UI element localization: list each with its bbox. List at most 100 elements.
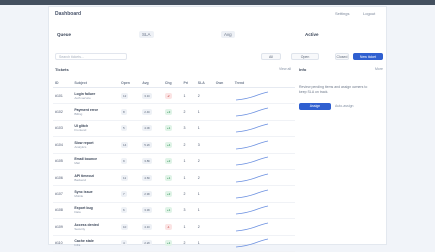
value-pill: 10 — [121, 223, 129, 230]
trend-sparkline — [235, 173, 268, 183]
cell-id: #106 — [53, 169, 73, 187]
cell-sla: 1 — [195, 185, 214, 203]
col-own[interactable]: Own — [213, 79, 233, 88]
cell-trend — [232, 136, 295, 154]
cell-open: 10 — [119, 218, 141, 236]
col-sla[interactable]: SLA — [195, 79, 214, 88]
value-pill: 3.3h — [142, 207, 153, 214]
cell-own — [213, 235, 233, 252]
table-row[interactable]: #107 Sync issue Mobile 7 2.9h +2 2 1 — [53, 185, 295, 203]
page-title: Dashboard — [55, 11, 82, 17]
sparkline-path — [235, 238, 268, 248]
subject-sub: Mobile — [74, 194, 84, 199]
cell-own — [213, 103, 233, 121]
value-pill: -2 — [164, 92, 172, 99]
settings-link[interactable]: Settings — [335, 11, 349, 16]
table-row[interactable]: #106 API timeout Backend 11 4.6h +1 1 2 — [53, 169, 295, 187]
cell-id: #103 — [53, 120, 73, 138]
table-row[interactable]: #104 Slow report Analytics 14 5.2h +4 2 3 — [53, 136, 295, 154]
cell-trend — [232, 185, 295, 203]
sparkline-path — [235, 124, 268, 133]
value-pill: 5.2h — [142, 141, 153, 148]
table-row[interactable]: #109 Access denied Security 10 4.1h -1 1 2 — [53, 218, 295, 236]
cell-chg: +1 — [162, 169, 182, 187]
cell-trend — [232, 169, 295, 187]
value-pill: 2.4h — [142, 109, 153, 116]
value-pill: 4.1h — [142, 223, 153, 230]
new-ticket-button[interactable]: New ticket — [353, 53, 383, 60]
table-row[interactable]: #101 Login failure Auth service 12 3.1h -2 1 2 — [53, 87, 295, 105]
auto-assign-link[interactable]: Auto-assign — [335, 104, 353, 108]
kpi-value: SLA — [139, 30, 154, 38]
col-pri[interactable]: Pri — [181, 79, 196, 88]
trend-sparkline — [235, 124, 268, 133]
cell-pri: 2 — [181, 103, 196, 121]
trend-sparkline — [235, 189, 268, 199]
cell-own — [213, 153, 233, 170]
cell-open: 4 — [119, 235, 141, 252]
logout-link[interactable]: Logout — [363, 11, 375, 16]
cell-avg: 3.1h — [140, 87, 163, 105]
table-row[interactable]: #108 Export bug Data 6 3.3h +1 3 1 — [53, 202, 295, 220]
sparkline-path — [235, 206, 268, 215]
info-text: Review pending items and assign owners t… — [299, 85, 368, 94]
col-chg[interactable]: Chg — [162, 79, 182, 88]
cell-pri: 1 — [181, 87, 196, 105]
cell-own — [213, 202, 233, 220]
cell-trend — [232, 235, 295, 252]
filter-chip-all[interactable]: All — [261, 53, 281, 60]
cell-sla: 2 — [195, 87, 214, 105]
cell-trend — [232, 87, 295, 105]
filter-chip-closed[interactable]: Closed — [335, 53, 349, 60]
cell-pri: 3 — [181, 120, 196, 138]
table-row[interactable]: #103 UI glitch Frontend 5 4.0h +1 3 1 — [53, 120, 295, 138]
value-pill: 12 — [121, 92, 129, 99]
cell-id: #101 — [53, 87, 73, 105]
cell-id: #105 — [53, 153, 73, 170]
cell-avg: 2.2h — [140, 235, 163, 252]
filter-chip-open[interactable]: Open — [291, 53, 319, 60]
trend-sparkline — [235, 140, 268, 150]
trend-sparkline — [235, 206, 268, 215]
value-pill: +1 — [164, 174, 173, 181]
sparkline-path — [235, 156, 268, 166]
value-pill: 2.9h — [142, 191, 153, 198]
cell-subject: Payment error Billing — [72, 103, 119, 121]
col-open[interactable]: Open — [119, 79, 141, 88]
cell-subject: API timeout Backend — [72, 169, 119, 187]
cell-open: 12 — [119, 87, 141, 105]
cell-sla: 1 — [195, 202, 214, 220]
kpi-queue: Queue — [57, 27, 71, 41]
subject-sub: Data — [74, 210, 81, 215]
cell-sla: 1 — [195, 103, 214, 121]
search-input[interactable]: Search tickets... — [55, 53, 127, 60]
cell-pri: 3 — [181, 202, 196, 220]
kpi-active: Active — [305, 27, 319, 41]
col-avg[interactable]: Avg — [140, 79, 163, 88]
col-id[interactable]: ID — [53, 79, 73, 88]
view-all-link[interactable]: View all — [279, 67, 291, 71]
cell-id: #110 — [53, 235, 73, 252]
list-title: Tickets — [55, 67, 69, 72]
col-subject[interactable]: Subject — [72, 79, 119, 88]
cell-open: 6 — [119, 202, 141, 220]
table-row[interactable]: #110 Cache stale Infra 4 2.2h +1 2 1 — [53, 235, 295, 252]
cell-trend — [232, 153, 295, 170]
cell-id: #107 — [53, 185, 73, 203]
table-row[interactable]: #105 Email bounce Mail 9 3.8h +2 1 2 — [53, 153, 295, 170]
subject-sub: Security — [74, 226, 86, 231]
cell-open: 14 — [119, 136, 141, 154]
cell-chg: +4 — [162, 136, 182, 154]
cell-own — [213, 218, 233, 236]
cell-own — [213, 169, 233, 187]
cell-sla: 2 — [195, 218, 214, 236]
trend-sparkline — [235, 238, 268, 248]
value-pill: 4.0h — [142, 125, 153, 132]
cell-trend — [232, 218, 295, 236]
cell-pri: 2 — [181, 136, 196, 154]
cell-own — [213, 87, 233, 105]
table-row[interactable]: #102 Payment error Billing 8 2.4h +3 2 1 — [53, 103, 295, 121]
cell-chg: +1 — [162, 235, 182, 252]
assign-button[interactable]: Assign — [299, 103, 331, 110]
info-link[interactable]: More — [375, 67, 383, 71]
